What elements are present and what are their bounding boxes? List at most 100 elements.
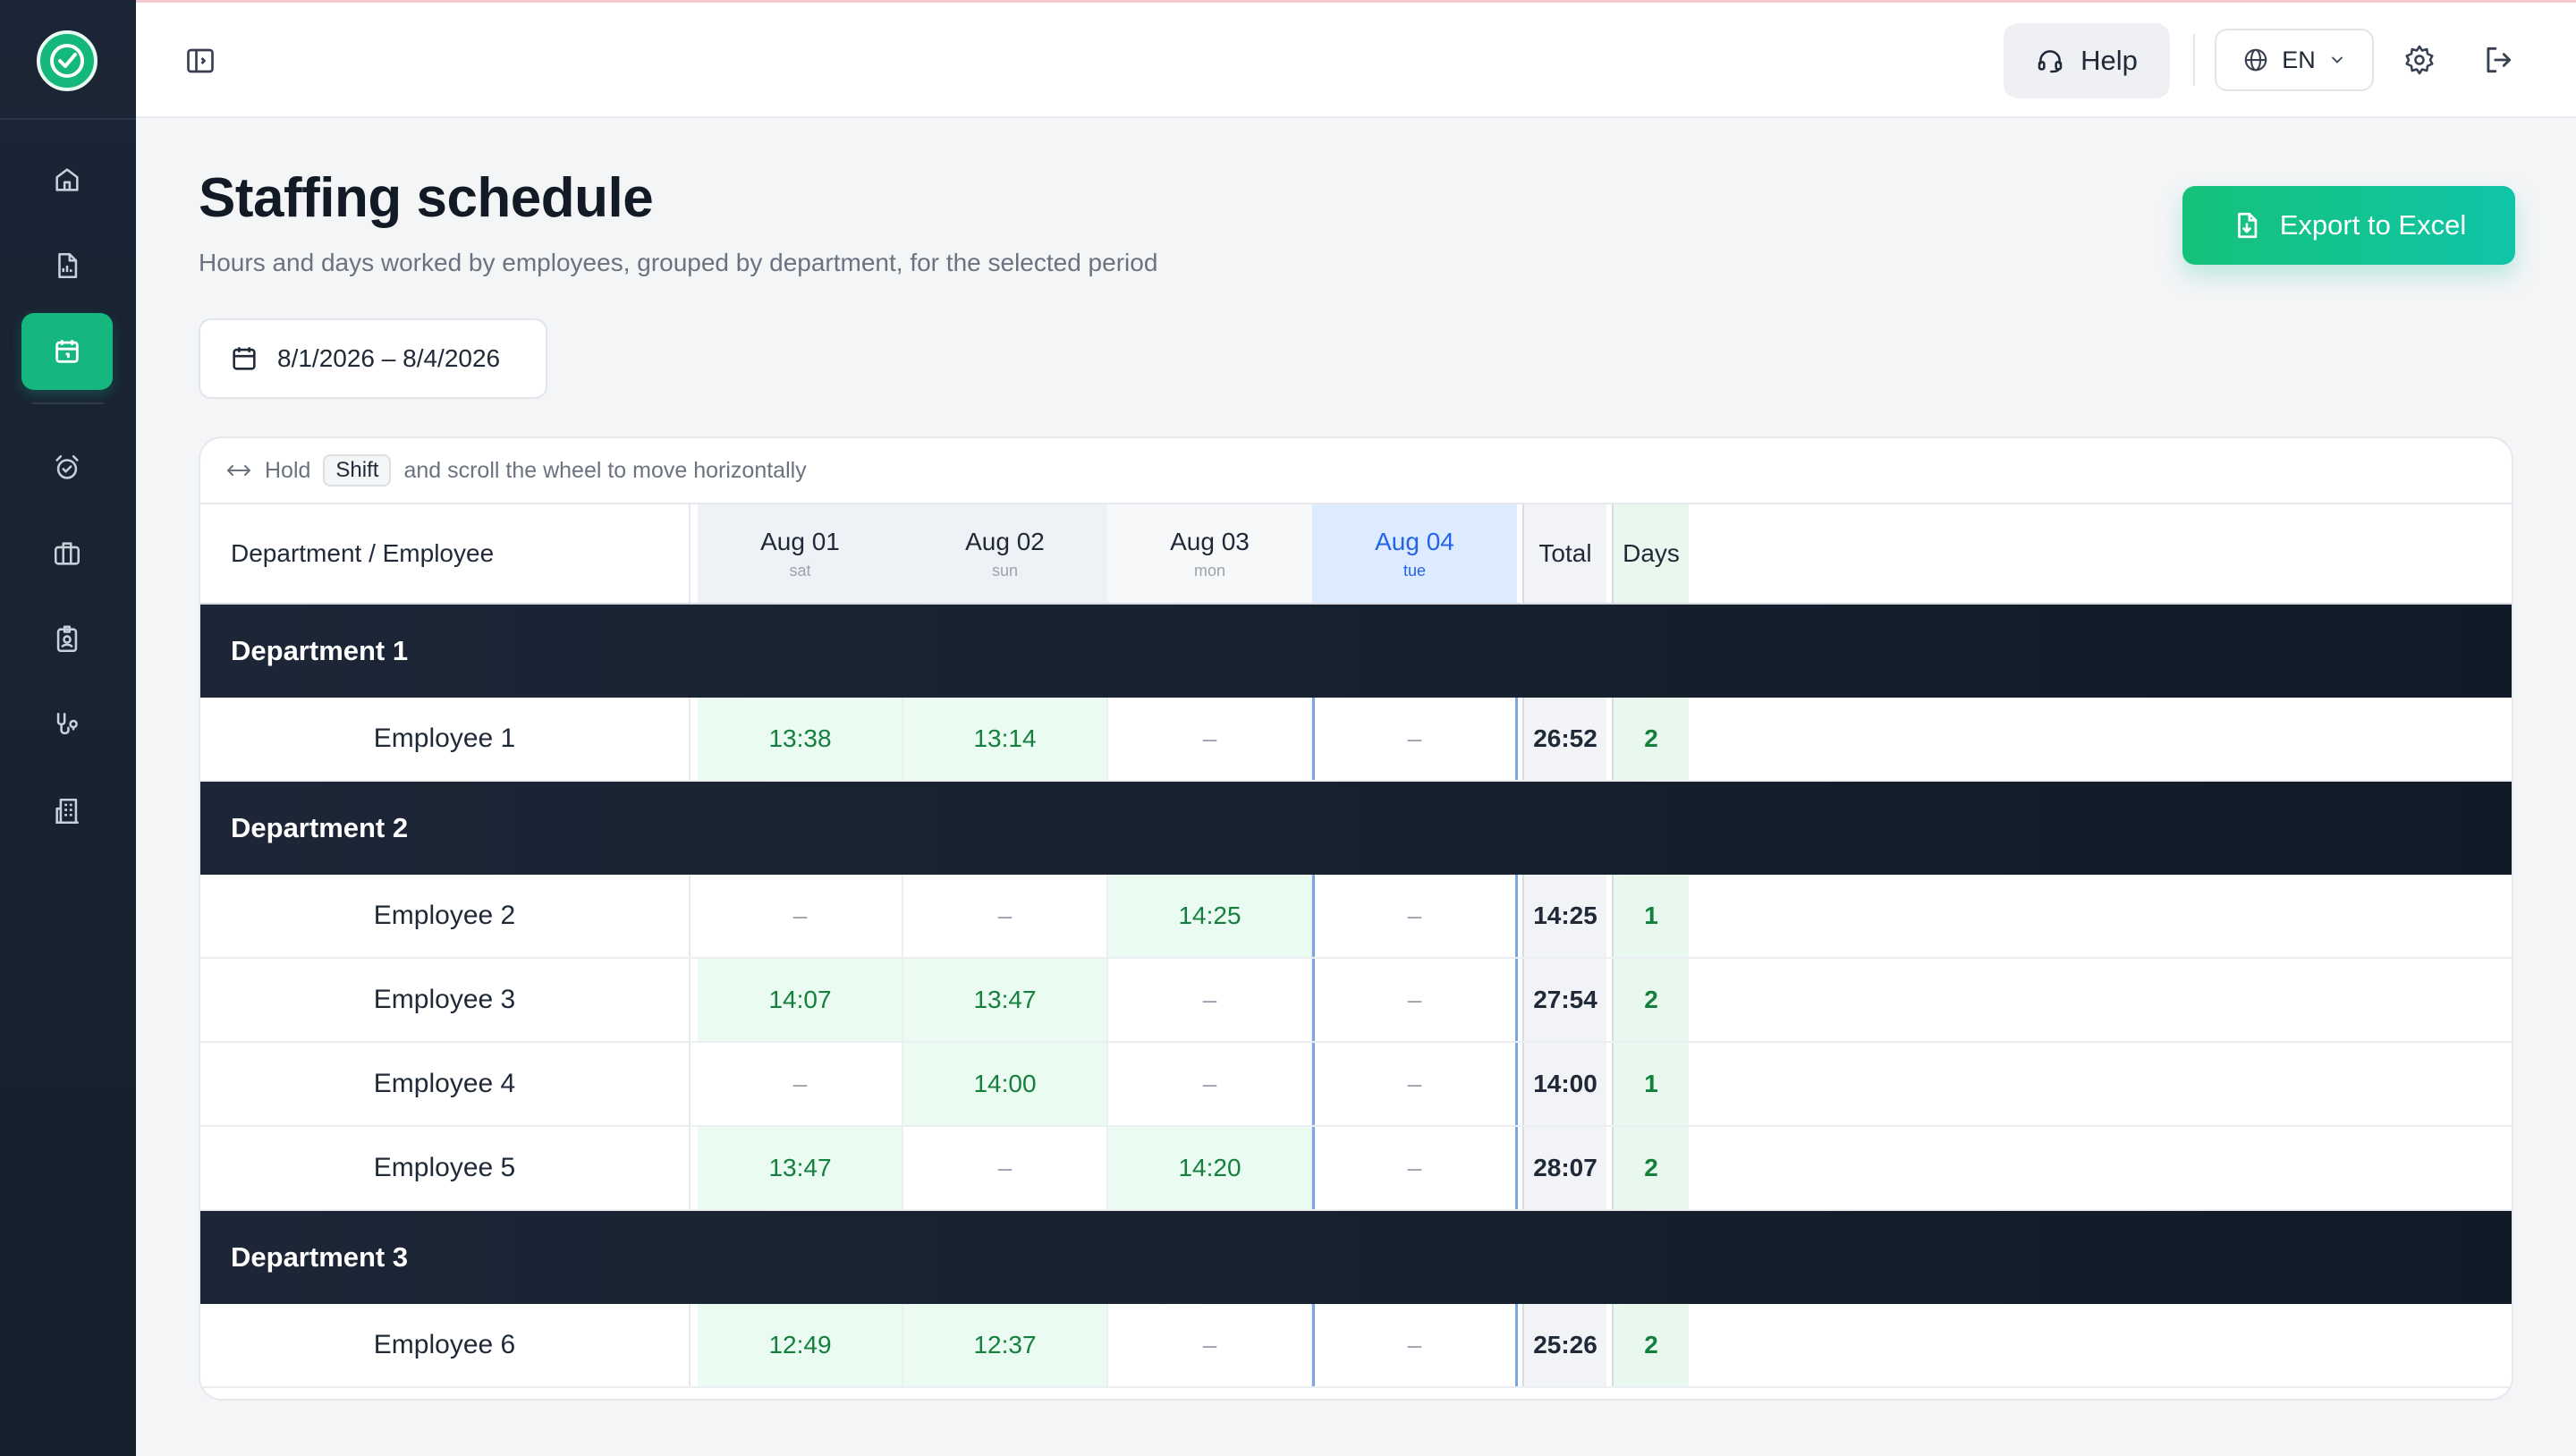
today-column-marker [1312, 1043, 1315, 1125]
hours-cell[interactable]: 14:25 [1107, 875, 1312, 957]
sidebar-item-home[interactable] [21, 141, 113, 218]
column-separator [1106, 875, 1108, 957]
today-column-marker [1515, 959, 1518, 1041]
employee-total: 14:00 [1522, 1043, 1606, 1125]
header-days: Days [1612, 504, 1689, 603]
column-separator [902, 698, 903, 780]
employee-row[interactable]: Employee 6 12:49 12:37– –25:26 2 [200, 1304, 2512, 1388]
export-to-excel-button[interactable]: Export to Excel [2182, 186, 2515, 265]
date-range-picker[interactable]: 8/1/2026 – 8/4/2026 [199, 318, 547, 399]
column-separator [902, 1304, 903, 1386]
today-column-marker [1515, 1127, 1518, 1209]
hours-cell[interactable]: – [902, 1127, 1107, 1209]
app-logo[interactable] [37, 30, 97, 91]
department-row[interactable]: Department 1 [200, 605, 2512, 698]
header-day-1[interactable]: Aug 01 sat [698, 504, 902, 603]
sidebar-item-alarms[interactable] [21, 429, 113, 506]
today-column-marker [1312, 698, 1315, 780]
hours-cell[interactable]: 14:20 [1107, 1127, 1312, 1209]
hours-cell[interactable]: – [902, 875, 1107, 957]
today-column-marker [1312, 875, 1315, 957]
sidebar-item-reports[interactable] [21, 227, 113, 304]
briefcase-icon [54, 542, 80, 565]
hours-cell[interactable]: – [1107, 1304, 1312, 1386]
employee-name: Employee 6 [200, 1304, 691, 1386]
department-name: Department 3 [231, 1241, 409, 1273]
hours-cell[interactable]: – [1107, 959, 1312, 1041]
hours-cell[interactable]: 13:14 [902, 698, 1107, 780]
department-row[interactable]: Department 2 [200, 782, 2512, 875]
settings-button[interactable] [2399, 39, 2440, 80]
column-separator [902, 959, 903, 1041]
export-label: Export to Excel [2279, 209, 2467, 241]
employee-name: Employee 2 [200, 875, 691, 957]
employee-total: 26:52 [1522, 698, 1606, 780]
header-department-employee: Department / Employee [200, 504, 691, 603]
calendar-icon [55, 340, 79, 363]
header-day-4[interactable]: Aug 04 tue [1312, 504, 1517, 603]
header-day-2[interactable]: Aug 02 sun [902, 504, 1107, 603]
help-button[interactable]: Help [2004, 23, 2170, 98]
employee-row[interactable]: Employee 2– –14:25–14:25 1 [200, 875, 2512, 959]
today-column-marker [1312, 1304, 1315, 1386]
hours-cell[interactable]: 12:49 [698, 1304, 902, 1386]
employee-row[interactable]: Employee 3 14:07 13:47– –27:54 2 [200, 959, 2512, 1043]
language-select[interactable]: EN [2215, 29, 2374, 91]
employee-total: 14:25 [1522, 875, 1606, 957]
sidebar-item-buildings[interactable] [21, 773, 113, 850]
employee-name: Employee 1 [200, 698, 691, 780]
header-total: Total [1522, 504, 1606, 603]
hours-cell[interactable]: 13:47 [698, 1127, 902, 1209]
hours-cell[interactable]: – [1312, 959, 1517, 1041]
employee-total: 25:26 [1522, 1304, 1606, 1386]
hours-cell[interactable]: – [1107, 1043, 1312, 1125]
language-value: EN [2282, 46, 2316, 73]
sidebar-item-schedule[interactable] [21, 313, 113, 390]
employee-days-count: 2 [1612, 1127, 1689, 1209]
hours-cell[interactable]: 14:07 [698, 959, 902, 1041]
hours-cell[interactable]: – [698, 1043, 902, 1125]
hours-cell[interactable]: 13:38 [698, 698, 902, 780]
hours-cell[interactable]: – [1312, 1304, 1517, 1386]
hours-cell[interactable]: – [1312, 698, 1517, 780]
hours-cell[interactable]: – [1107, 698, 1312, 780]
hours-cell[interactable]: – [1312, 1127, 1517, 1209]
employee-row[interactable]: Employee 4–14:00– –14:00 1 [200, 1043, 2512, 1127]
top-accent-line [136, 0, 2576, 3]
employee-name: Employee 4 [200, 1043, 691, 1125]
hours-cell[interactable]: – [698, 875, 902, 957]
today-column-marker [1515, 698, 1518, 780]
scroll-hint: Hold Shift and scroll the wheel to move … [225, 438, 807, 503]
column-separator [902, 1127, 903, 1209]
hours-cell[interactable]: – [1312, 875, 1517, 957]
sidebar [0, 0, 136, 1456]
column-separator [1106, 1127, 1108, 1209]
hint-suffix: and scroll the wheel to move horizontall… [403, 457, 807, 483]
logo-icon [50, 44, 84, 78]
column-separator [1106, 1043, 1108, 1125]
hours-cell[interactable]: 12:37 [902, 1304, 1107, 1386]
today-column-marker [1515, 875, 1518, 957]
employee-row[interactable]: Employee 1 13:38 13:14– –26:52 2 [200, 698, 2512, 782]
department-row[interactable]: Department 3 [200, 1211, 2512, 1304]
employee-row[interactable]: Employee 5 13:47–14:20–28:07 2 [200, 1127, 2512, 1211]
hours-cell[interactable]: 13:47 [902, 959, 1107, 1041]
logout-button[interactable] [2478, 39, 2519, 80]
topbar-divider [2193, 34, 2195, 86]
hint-prefix: Hold [265, 457, 311, 483]
hours-cell[interactable]: 14:00 [902, 1043, 1107, 1125]
sidebar-item-jobs[interactable] [21, 515, 113, 592]
table-header-row: Department / Employee Aug 01 sat Aug 02 sun A… [200, 503, 2512, 605]
employee-name: Employee 5 [200, 1127, 691, 1209]
employee-days-count: 1 [1612, 875, 1689, 957]
employee-days-count: 2 [1612, 959, 1689, 1041]
header-day-3[interactable]: Aug 03 mon [1107, 504, 1312, 603]
today-column-marker [1312, 1127, 1315, 1209]
sidebar-item-badges[interactable] [21, 601, 113, 678]
horizontal-arrows-icon [227, 465, 250, 476]
logout-icon [2487, 47, 2512, 73]
sidebar-item-medical[interactable] [21, 687, 113, 764]
header-day-weekday: sun [991, 561, 1019, 580]
hours-cell[interactable]: – [1312, 1043, 1517, 1125]
sidebar-toggle-button[interactable] [182, 43, 218, 79]
